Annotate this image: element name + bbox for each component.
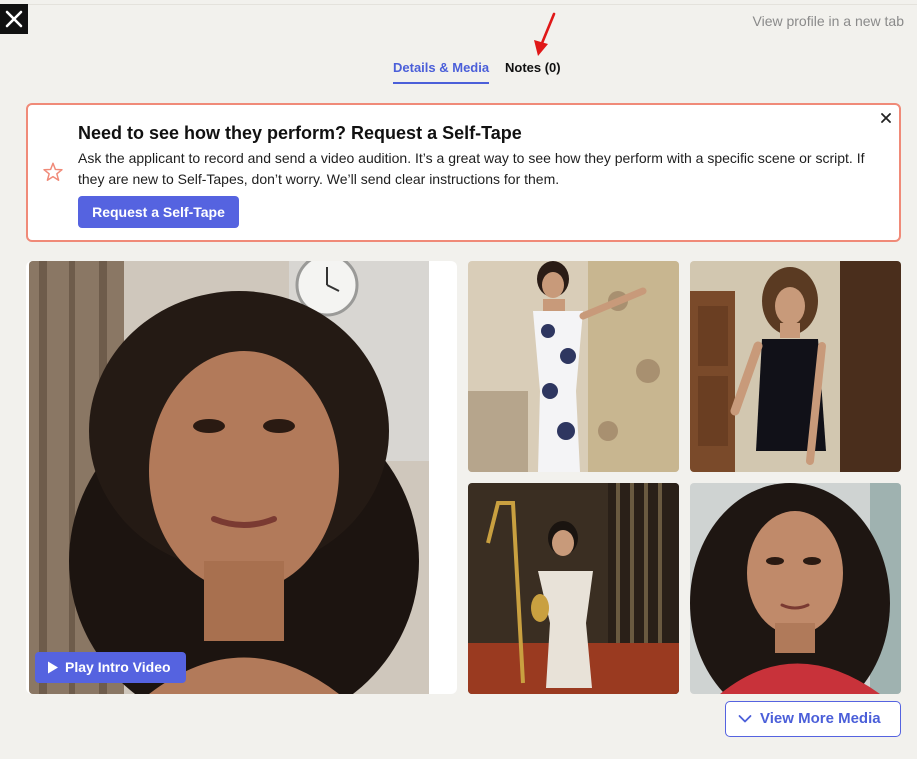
- gallery-image: [468, 483, 679, 694]
- view-more-media-button[interactable]: View More Media: [725, 701, 901, 737]
- self-tape-banner: Need to see how they perform? Request a …: [26, 103, 901, 242]
- dismiss-banner-icon[interactable]: [880, 112, 892, 124]
- play-intro-video-label: Play Intro Video: [65, 659, 171, 675]
- tab-details-media[interactable]: Details & Media: [393, 60, 490, 84]
- play-icon: [48, 661, 58, 674]
- tab-notes[interactable]: Notes (0): [505, 60, 561, 83]
- top-divider: [28, 4, 917, 5]
- banner-title: Need to see how they perform? Request a …: [78, 123, 522, 143]
- request-self-tape-button[interactable]: Request a Self-Tape: [78, 196, 239, 228]
- gallery-photo-1[interactable]: [468, 261, 679, 472]
- play-intro-video-button[interactable]: Play Intro Video: [35, 652, 186, 683]
- gallery-photo-2[interactable]: [690, 261, 901, 472]
- gallery-image: [690, 483, 901, 694]
- main-profile-photo[interactable]: [29, 261, 429, 694]
- gallery-photo-4[interactable]: [690, 483, 901, 694]
- star-icon: [43, 162, 63, 181]
- close-panel-button[interactable]: [0, 4, 28, 34]
- chevron-down-icon: [738, 715, 752, 723]
- close-icon: [5, 10, 23, 28]
- annotation-arrow-icon: [534, 12, 556, 56]
- gallery-photo-3[interactable]: [468, 483, 679, 694]
- profile-tabs: Details & Media Notes (0): [0, 60, 917, 86]
- gallery-image: [690, 261, 901, 472]
- portrait-image: [29, 261, 429, 694]
- applicant-profile-panel: View profile in a new tab Details & Medi…: [0, 0, 917, 759]
- banner-description: Ask the applicant to record and send a v…: [78, 150, 865, 187]
- main-photo-card: [26, 261, 457, 694]
- view-more-media-label: View More Media: [760, 710, 881, 727]
- view-profile-new-tab-link[interactable]: View profile in a new tab: [753, 13, 905, 29]
- gallery-image: [468, 261, 679, 472]
